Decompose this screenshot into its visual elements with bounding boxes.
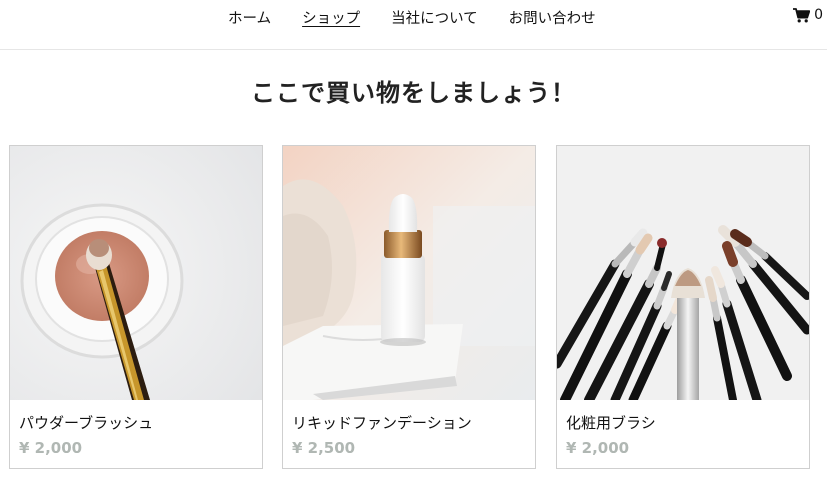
product-price: ¥ 2,000 [566,439,630,457]
cart-count: 0 [814,7,823,23]
cart-button[interactable]: 0 [793,7,823,23]
top-navigation-bar: ホーム ショップ 当社について お問い合わせ 0 [0,0,827,50]
nav-home[interactable]: ホーム [228,10,271,28]
product-name[interactable]: 化粧用ブラシ [566,413,656,433]
product-price: ¥ 2,000 [19,439,83,457]
product-card[interactable]: パウダーブラッシュ ¥ 2,000 [9,145,263,469]
shopping-cart-icon [793,7,811,23]
product-name[interactable]: リキッドファンデーション [292,413,472,433]
nav-shop[interactable]: ショップ [302,10,360,28]
product-name[interactable]: パウダーブラッシュ [19,413,153,433]
powder-blush-photo[interactable] [10,146,262,400]
liquid-foundation-photo[interactable] [283,146,535,400]
product-card[interactable]: リキッドファンデーション ¥ 2,500 [282,145,536,469]
product-price: ¥ 2,500 [292,439,356,457]
nav-about[interactable]: 当社について [391,10,478,28]
main-nav: ホーム ショップ 当社について お問い合わせ [228,10,627,28]
makeup-brushes-photo[interactable] [557,146,809,400]
page-title: ここで買い物をしましょう！ [251,79,576,107]
product-card[interactable]: 化粧用ブラシ ¥ 2,000 [556,145,810,469]
nav-contact[interactable]: お問い合わせ [509,10,596,28]
